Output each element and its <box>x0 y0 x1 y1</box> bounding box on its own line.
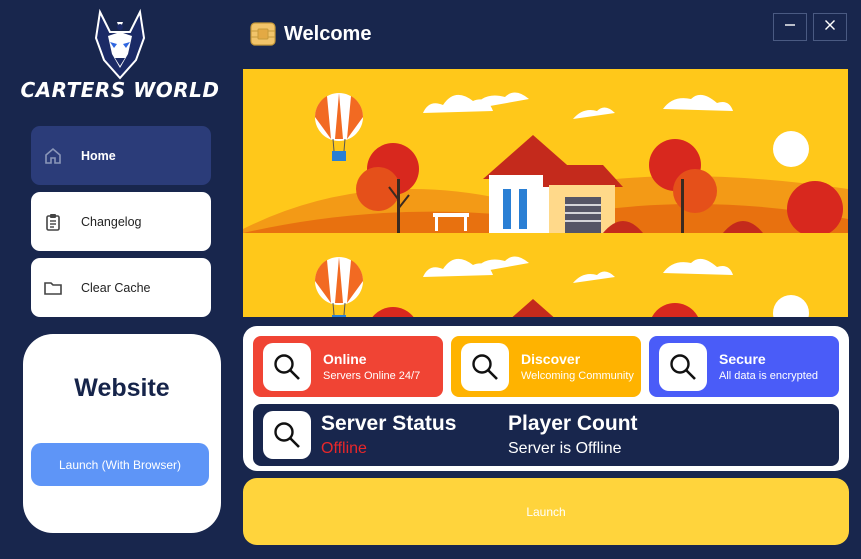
tile-text: Secure All data is encrypted <box>719 351 818 382</box>
main-content: Welcome Online Servers Online 24/7 Disco… <box>232 0 861 559</box>
tile-title: Online <box>323 351 367 367</box>
brand-name: CARTERS WORLD <box>20 78 220 102</box>
launch-button[interactable]: Launch <box>243 478 849 545</box>
discover-tile[interactable]: Discover Welcoming Community <box>451 336 641 397</box>
close-button[interactable] <box>813 13 847 41</box>
tile-subtitle: Welcoming Community <box>521 370 634 382</box>
search-icon <box>461 342 509 391</box>
sidebar-item-label: Home <box>81 148 116 163</box>
home-icon <box>41 144 65 168</box>
autumn-house-illustration <box>243 69 848 317</box>
tile-title: Secure <box>719 351 766 367</box>
search-icon <box>659 342 707 391</box>
player-count-label: Player Count <box>508 412 638 435</box>
page-header: Welcome <box>250 22 371 46</box>
page-title: Welcome <box>284 22 372 45</box>
minimize-button[interactable] <box>773 13 807 41</box>
sidebar-item-clear-cache[interactable]: Clear Cache <box>31 258 211 317</box>
tile-subtitle: All data is encrypted <box>719 370 819 382</box>
sidebar-item-label: Clear Cache <box>81 280 151 295</box>
welcome-banner <box>243 69 848 317</box>
search-icon <box>263 342 311 391</box>
server-status-value: Offline <box>321 440 367 457</box>
chip-icon <box>250 22 276 46</box>
tile-title: Discover <box>521 351 581 367</box>
server-status-bar: Server Status Offline Player Count Serve… <box>253 404 839 466</box>
server-status-label: Server Status <box>321 412 457 435</box>
folder-icon <box>41 276 65 300</box>
sidebar-item-home[interactable]: Home <box>31 126 211 185</box>
sidebar-item-changelog[interactable]: Changelog <box>31 192 211 251</box>
sidebar-item-label: Changelog <box>81 214 142 229</box>
minimize-icon <box>784 18 796 36</box>
launch-browser-button[interactable]: Launch (With Browser) <box>31 443 209 486</box>
wolf-logo-icon <box>94 8 146 80</box>
secure-tile[interactable]: Secure All data is encrypted <box>649 336 839 397</box>
online-tile[interactable]: Online Servers Online 24/7 <box>253 336 443 397</box>
close-icon <box>824 18 836 36</box>
player-count-value: Server is Offline <box>508 440 622 457</box>
tile-text: Online Servers Online 24/7 <box>323 351 420 382</box>
clipboard-icon <box>41 210 65 234</box>
info-panel: Online Servers Online 24/7 Discover Welc… <box>243 326 849 471</box>
sidebar: CARTERS WORLD Home Changelog Clear Cache… <box>0 0 232 559</box>
search-icon <box>263 411 311 459</box>
launcher-window: CARTERS WORLD Home Changelog Clear Cache… <box>0 0 861 559</box>
tile-subtitle: Servers Online 24/7 <box>323 370 421 382</box>
website-title: Website <box>74 374 170 402</box>
website-card: Website Launch (With Browser) <box>23 334 221 533</box>
tile-text: Discover Welcoming Community <box>521 351 634 382</box>
